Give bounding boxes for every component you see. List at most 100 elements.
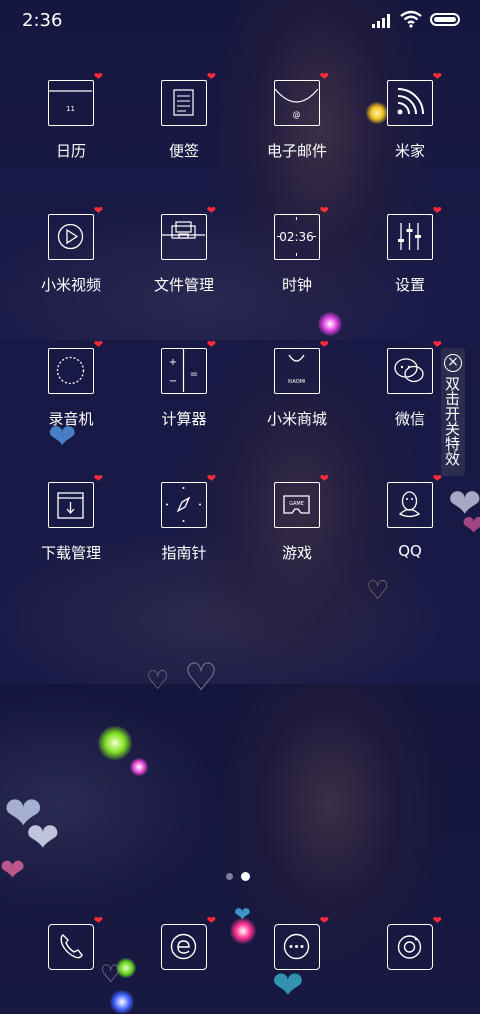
heart-badge-icon: ❤ bbox=[206, 204, 216, 217]
mijia-icon: ❤ bbox=[387, 71, 442, 126]
calendar-icon: 11 ❤ bbox=[48, 71, 103, 126]
recorder-icon: ❤ bbox=[48, 339, 103, 394]
mi-store-bag-icon: XIAOMI ❤ bbox=[274, 339, 329, 394]
app-label: 计算器 bbox=[161, 410, 207, 428]
app-email[interactable]: @ ❤ 电子邮件 bbox=[242, 71, 352, 161]
compass-icon: ❤ bbox=[161, 473, 216, 528]
app-clock[interactable]: 02:36 ❤ 时钟 bbox=[242, 205, 352, 295]
app-label: 下载管理 bbox=[40, 544, 101, 562]
heart-badge-icon: ❤ bbox=[319, 70, 329, 83]
dock-camera[interactable]: ❤ bbox=[355, 915, 465, 970]
folder-icon: ❤ bbox=[161, 205, 216, 260]
app-games[interactable]: GAME ❤ 游戏 bbox=[242, 473, 352, 563]
app-notes[interactable]: ❤ 便签 bbox=[129, 71, 239, 161]
email-icon: @ ❤ bbox=[274, 71, 329, 126]
effect-toggle-panel[interactable]: × 双击开关特效 bbox=[441, 348, 465, 476]
heart-decoration-small: ♡ bbox=[146, 666, 170, 696]
app-settings[interactable]: ❤ 设置 bbox=[355, 205, 465, 295]
heart-badge-icon: ❤ bbox=[319, 338, 329, 351]
heart-decoration-cluster-2: ❤ bbox=[26, 815, 60, 861]
app-label: 米家 bbox=[394, 142, 425, 160]
clock-icon: 02:36 ❤ bbox=[274, 205, 329, 260]
heart-badge-icon: ❤ bbox=[432, 204, 442, 217]
game-text: GAME bbox=[289, 501, 304, 507]
clock-time-text: 02:36 bbox=[279, 230, 314, 244]
app-calculator[interactable]: + − = ❤ 计算器 bbox=[129, 339, 239, 429]
heart-badge-icon: ❤ bbox=[93, 204, 103, 217]
app-label: 文件管理 bbox=[153, 276, 214, 294]
heart-badge-icon: ❤ bbox=[206, 472, 216, 485]
app-label: 小米视频 bbox=[40, 276, 101, 294]
page-dot-active[interactable] bbox=[241, 872, 250, 881]
heart-badge-icon: ❤ bbox=[93, 472, 103, 485]
notes-icon: ❤ bbox=[161, 71, 216, 126]
heart-badge-icon: ❤ bbox=[93, 70, 103, 83]
email-at-text: @ bbox=[293, 110, 301, 119]
svg-text:−: − bbox=[169, 376, 177, 387]
app-label: 时钟 bbox=[281, 276, 312, 294]
svg-text:=: = bbox=[190, 369, 198, 380]
dock-browser[interactable]: ❤ bbox=[129, 915, 239, 970]
app-qq[interactable]: ❤ QQ bbox=[355, 473, 465, 560]
glow-magenta bbox=[130, 758, 148, 776]
app-compass[interactable]: ❤ 指南针 bbox=[129, 473, 239, 563]
heart-decoration-tiny-blue: ❤ bbox=[234, 902, 251, 926]
app-file-manager[interactable]: ❤ 文件管理 bbox=[129, 205, 239, 295]
app-recorder[interactable]: ❤ 录音机 bbox=[16, 339, 126, 429]
app-label: 日历 bbox=[55, 142, 86, 160]
camera-icon: ❤ bbox=[387, 915, 442, 970]
heart-badge-icon: ❤ bbox=[432, 914, 442, 927]
browser-icon: ❤ bbox=[161, 915, 216, 970]
game-controller-icon: GAME ❤ bbox=[274, 473, 329, 528]
glow-blue-dock bbox=[110, 990, 134, 1014]
glow-green bbox=[98, 726, 132, 760]
heart-decoration-teal: ❤ bbox=[272, 963, 304, 1007]
page-dot[interactable] bbox=[226, 873, 233, 880]
app-label: 指南针 bbox=[161, 544, 207, 562]
status-bar: 2:36 bbox=[0, 0, 480, 42]
wifi-icon bbox=[400, 10, 422, 28]
signal-icon bbox=[372, 14, 392, 28]
heart-badge-icon: ❤ bbox=[432, 70, 442, 83]
qq-penguin-icon: ❤ bbox=[387, 473, 442, 528]
app-label: 录音机 bbox=[48, 410, 94, 428]
mi-store-text: XIAOMI bbox=[288, 379, 306, 385]
app-label: QQ bbox=[398, 542, 422, 560]
dock-phone[interactable]: ❤ bbox=[16, 915, 126, 970]
effect-toggle-label: 双击开关特效 bbox=[443, 376, 461, 466]
glow-pink bbox=[318, 312, 342, 336]
video-play-icon: ❤ bbox=[48, 205, 103, 260]
dock-messages[interactable]: ❤ bbox=[242, 915, 352, 970]
app-label: 电子邮件 bbox=[266, 142, 327, 160]
heart-badge-icon: ❤ bbox=[93, 914, 103, 927]
calendar-day-text: 11 bbox=[66, 105, 75, 113]
settings-sliders-icon: ❤ bbox=[387, 205, 442, 260]
wechat-icon: ❤ bbox=[387, 339, 442, 394]
close-circle-icon[interactable]: × bbox=[444, 354, 462, 372]
heart-badge-icon: ❤ bbox=[93, 338, 103, 351]
app-label: 设置 bbox=[394, 276, 425, 294]
heart-badge-icon: ❤ bbox=[206, 338, 216, 351]
app-label: 小米商城 bbox=[266, 410, 327, 428]
app-mijia[interactable]: ❤ 米家 bbox=[355, 71, 465, 161]
status-time: 2:36 bbox=[22, 10, 63, 31]
messages-icon: ❤ bbox=[274, 915, 329, 970]
phone-icon: ❤ bbox=[48, 915, 103, 970]
heart-badge-icon: ❤ bbox=[206, 914, 216, 927]
svg-text:+: + bbox=[169, 357, 177, 368]
heart-decoration-yellow: ♡ bbox=[366, 576, 390, 606]
heart-badge-icon: ❤ bbox=[319, 914, 329, 927]
app-mi-video[interactable]: ❤ 小米视频 bbox=[16, 205, 126, 295]
app-label: 游戏 bbox=[281, 544, 312, 562]
heart-badge-icon: ❤ bbox=[319, 204, 329, 217]
app-download-manager[interactable]: ❤ 下载管理 bbox=[16, 473, 126, 563]
app-calendar[interactable]: 11 ❤ 日历 bbox=[16, 71, 126, 161]
heart-badge-icon: ❤ bbox=[206, 70, 216, 83]
app-mi-store[interactable]: XIAOMI ❤ 小米商城 bbox=[242, 339, 352, 429]
page-indicator bbox=[226, 872, 250, 881]
heart-decoration-pink: ❤ bbox=[0, 853, 26, 888]
heart-badge-icon: ❤ bbox=[319, 472, 329, 485]
download-icon: ❤ bbox=[48, 473, 103, 528]
heart-decoration-white: ♡ bbox=[184, 655, 219, 699]
app-label: 便签 bbox=[168, 142, 199, 160]
